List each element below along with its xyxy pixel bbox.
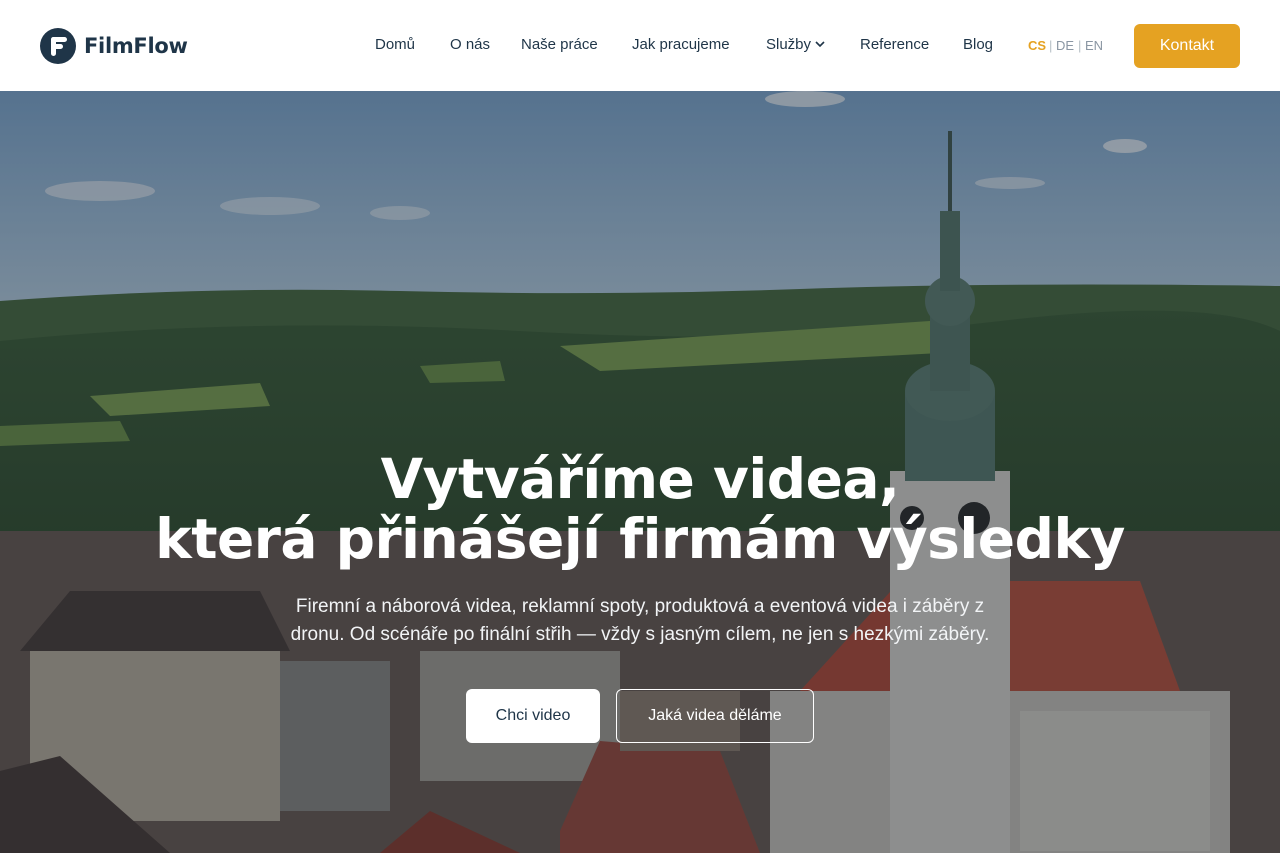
film-f-logo-icon	[40, 28, 76, 64]
nav-item-about[interactable]: O nás	[450, 36, 490, 53]
lang-en[interactable]: EN	[1085, 38, 1103, 53]
hero-headline-line2: která přinášejí firmám výsledky	[155, 507, 1125, 571]
logo[interactable]: FilmFlow	[40, 28, 188, 64]
nav-item-services[interactable]: Služby	[766, 36, 825, 53]
hero-section: Vytváříme videa, která přinášejí firmám …	[0, 91, 1280, 853]
nav-item-home[interactable]: Domů	[375, 36, 415, 53]
hero-headline-line1: Vytváříme videa,	[380, 447, 900, 511]
contact-button[interactable]: Kontakt	[1134, 24, 1240, 68]
lang-separator: |	[1049, 38, 1053, 53]
nav-item-work[interactable]: Naše práce	[521, 36, 598, 53]
video-types-button[interactable]: Jaká videa děláme	[616, 689, 814, 743]
hero-subtext-line2: dronu. Od scénáře po finální střih — vžd…	[290, 624, 990, 645]
lang-de[interactable]: DE	[1056, 38, 1074, 53]
site-header: FilmFlow Domů O nás Naše práce Jak pracu…	[0, 0, 1280, 91]
nav-item-references[interactable]: Reference	[860, 36, 929, 53]
lang-separator: |	[1078, 38, 1082, 53]
lang-cs[interactable]: CS	[1028, 38, 1046, 53]
nav-item-blog[interactable]: Blog	[963, 36, 993, 53]
want-video-button[interactable]: Chci video	[466, 689, 600, 743]
nav-item-services-label: Služby	[766, 36, 812, 53]
brand-name: FilmFlow	[84, 34, 188, 58]
chevron-down-icon	[815, 41, 825, 48]
nav-item-process[interactable]: Jak pracujeme	[632, 36, 730, 53]
hero-subtext-line1: Firemní a náborová videa, reklamní spoty…	[295, 596, 985, 617]
